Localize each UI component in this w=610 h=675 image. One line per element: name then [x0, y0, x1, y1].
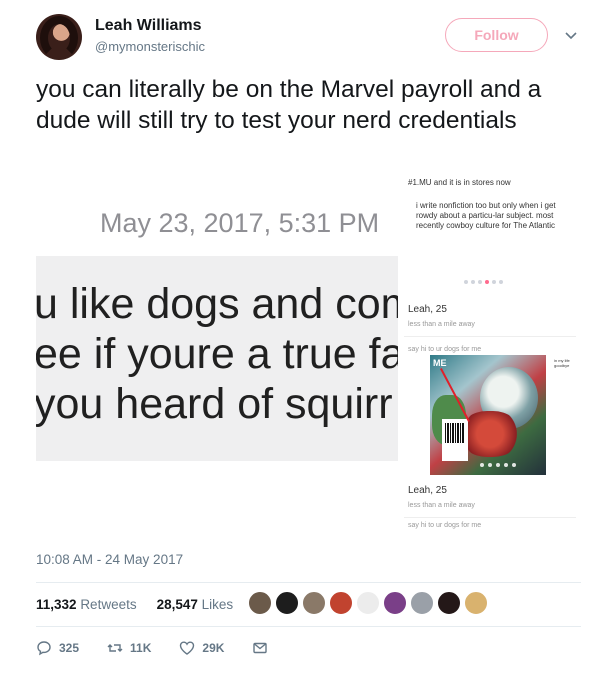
screenshot-left: May 23, 2017, 5:31 PM u like dogs and co… [36, 170, 398, 530]
liker-avatar[interactable] [302, 591, 326, 615]
carousel-dot [504, 463, 508, 467]
message-line-2: ee if youre a true fa [36, 330, 398, 378]
retweet-icon [107, 644, 123, 652]
say-hi-text: say hi to ur dogs for me [408, 522, 482, 529]
comic-cover-image: ME [430, 355, 546, 475]
message-button[interactable] [252, 640, 268, 656]
carousel-dot [478, 280, 482, 284]
like-count: 29K [202, 641, 225, 655]
side-note: in my life goodbye [554, 358, 570, 368]
profile-distance: less than a mile away [408, 502, 475, 509]
comic-carousel-dots [480, 463, 516, 467]
likes-label: Likes [201, 597, 234, 612]
tweet-text: you can literally be on the Marvel payro… [36, 76, 542, 134]
liker-avatar[interactable] [248, 591, 272, 615]
liker-avatar[interactable] [464, 591, 488, 615]
profile-bio: i write nonfiction too but only when i g… [416, 201, 556, 230]
profile-name: Leah, 25 [408, 485, 447, 496]
like-button[interactable]: 29K [179, 640, 224, 656]
liker-avatar[interactable] [329, 591, 353, 615]
carousel-dot-active [485, 280, 489, 284]
comic-art-shape [460, 411, 520, 457]
retweets-label: Retweets [80, 597, 137, 612]
liker-avatars [248, 591, 488, 615]
tweet-stats: 11,332 Retweets 28,547 Likes [36, 597, 233, 612]
carousel-dot [492, 280, 496, 284]
liker-avatar[interactable] [356, 591, 380, 615]
handle[interactable]: @mymonsterischic [95, 39, 205, 54]
chevron-down-icon[interactable] [564, 28, 578, 42]
likes-stat[interactable]: 28,547 Likes [157, 597, 234, 612]
tweet-card: Leah Williams @mymonsterischic Follow yo… [0, 0, 610, 675]
reply-count: 325 [59, 641, 80, 655]
profile-top-text: #1.MU and it is in stores now [408, 178, 511, 187]
carousel-dot [471, 280, 475, 284]
carousel-dot [499, 280, 503, 284]
screenshot-right: #1.MU and it is in stores now i write no… [398, 170, 581, 530]
retweet-count: 11K [130, 641, 152, 655]
reply-button[interactable]: 325 [36, 640, 79, 656]
message-line-3: you heard of squirr [36, 380, 393, 428]
carousel-dot [464, 280, 468, 284]
divider [36, 626, 581, 627]
message-date: May 23, 2017, 5:31 PM [100, 208, 380, 238]
retweets-stat[interactable]: 11,332 Retweets [36, 597, 137, 612]
follow-button[interactable]: Follow [445, 18, 548, 52]
liker-avatar[interactable] [437, 591, 461, 615]
avatar[interactable] [36, 14, 82, 60]
divider [36, 582, 581, 583]
carousel-dot [512, 463, 516, 467]
profile-name: Leah, 25 [408, 304, 447, 315]
say-hi-text: say hi to ur dogs for me [408, 346, 482, 353]
retweets-count: 11,332 [36, 597, 77, 612]
divider [404, 336, 576, 337]
carousel-dot [480, 463, 484, 467]
liker-avatar[interactable] [410, 591, 434, 615]
retweet-button[interactable]: 11K [107, 640, 151, 656]
comic-label: ME [433, 358, 447, 368]
liker-avatar[interactable] [383, 591, 407, 615]
tweet-actions: 325 11K 29K [36, 640, 296, 656]
envelope-icon [253, 642, 268, 654]
likes-count: 28,547 [156, 597, 198, 612]
avatar-hair [40, 16, 78, 60]
message-line-1: u like dogs and com [36, 280, 398, 328]
heart-icon [180, 641, 195, 655]
message-bubble: u like dogs and com ee if youre a true f… [36, 256, 398, 461]
reply-icon [37, 641, 51, 656]
divider [404, 517, 576, 518]
carousel-dots [464, 280, 503, 284]
tweet-media[interactable]: May 23, 2017, 5:31 PM u like dogs and co… [36, 170, 581, 530]
tweet-timestamp[interactable]: 10:08 AM - 24 May 2017 [36, 552, 183, 567]
liker-avatar[interactable] [275, 591, 299, 615]
carousel-dot [488, 463, 492, 467]
profile-distance: less than a mile away [408, 321, 475, 328]
display-name[interactable]: Leah Williams [95, 17, 202, 35]
barcode-icon [442, 419, 468, 461]
carousel-dot [496, 463, 500, 467]
